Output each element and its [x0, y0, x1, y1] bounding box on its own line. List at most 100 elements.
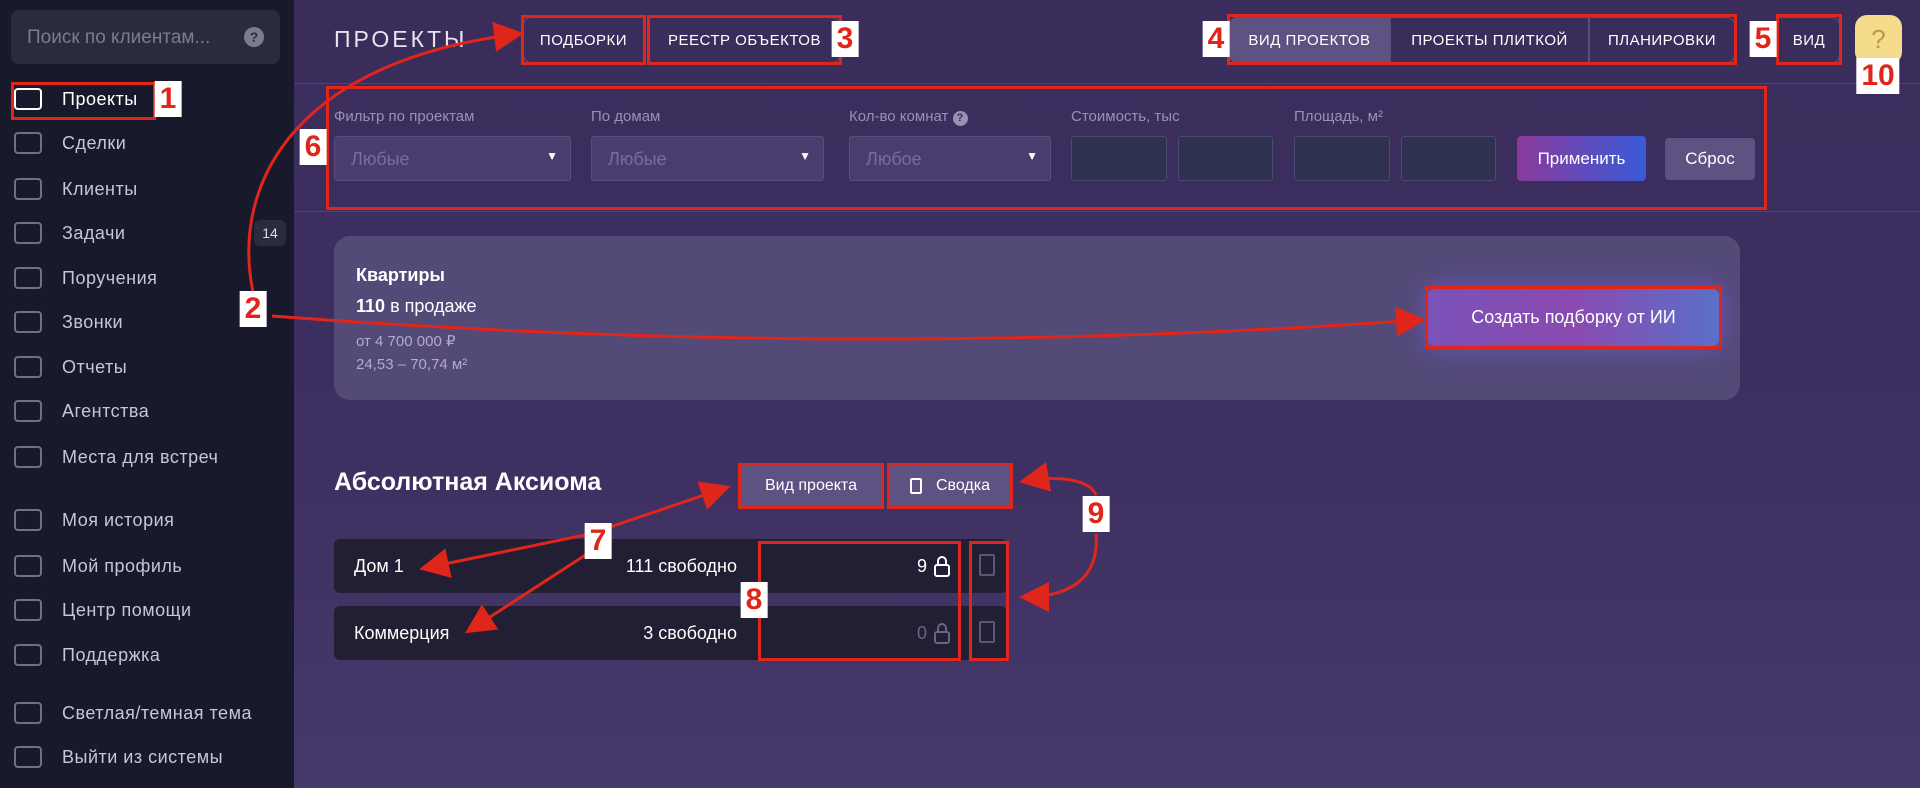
sidebar-item-label: Поручения: [62, 267, 158, 288]
profile-icon: [14, 555, 42, 577]
annotation-label: 6: [299, 129, 327, 165]
cost-to-input[interactable]: [1178, 136, 1273, 181]
select-value: Любые: [351, 149, 410, 169]
chevron-down-icon: ▼: [799, 149, 811, 163]
annotation-label: 9: [1082, 496, 1110, 532]
sidebar-item-label: Проекты: [62, 88, 138, 109]
sidebar: Поиск по клиентам...? Проекты Сделки Клиен…: [0, 0, 294, 788]
tab-object-registry[interactable]: РЕЕСТР ОБЪЕКТОВ: [649, 17, 840, 63]
info-icon[interactable]: ?: [952, 111, 968, 126]
sidebar-item-support[interactable]: Поддержка: [0, 637, 294, 673]
sidebar-item-agencies[interactable]: Агентства: [0, 393, 294, 429]
help-icon[interactable]: ?: [244, 27, 264, 47]
project-summary-button[interactable]: Сводка: [889, 465, 1011, 507]
tab-selections[interactable]: ПОДБОРКИ: [523, 17, 644, 63]
sidebar-item-label: Места для встреч: [62, 446, 219, 467]
help-center-icon: [14, 599, 42, 621]
project-view-button[interactable]: Вид проекта: [740, 465, 882, 507]
cost-from-input[interactable]: [1071, 136, 1167, 181]
rooms-label-text: Кол-во комнат: [849, 108, 949, 125]
project-filter-label: Фильтр по проектам: [334, 108, 475, 125]
summary-count: 110 в продаже: [356, 296, 477, 317]
history-icon: [14, 509, 42, 531]
logout-icon: [14, 746, 42, 768]
count-value: 110: [356, 296, 386, 316]
sidebar-item-label: Светлая/темная тема: [62, 702, 252, 723]
sidebar-item-label: Клиенты: [62, 178, 138, 199]
sidebar-item-theme[interactable]: Светлая/темная тема: [0, 695, 294, 731]
tab-layouts[interactable]: ПЛАНИРОВКИ: [1589, 17, 1735, 63]
select-value: Любое: [866, 149, 922, 169]
apply-button[interactable]: Применить: [1517, 136, 1646, 181]
cost-label: Стоимость, тыс: [1071, 108, 1180, 125]
sidebar-item-help-center[interactable]: Центр помощи: [0, 592, 294, 628]
chevron-down-icon: ▼: [546, 149, 558, 163]
help-button[interactable]: ?: [1855, 15, 1902, 64]
summary-label: Сводка: [935, 477, 990, 494]
tab-projects-tiles[interactable]: ПРОЕКТЫ ПЛИТКОЙ: [1390, 17, 1589, 63]
annotation-label: 10: [1856, 58, 1900, 94]
houses-filter-label: По домам: [591, 108, 661, 125]
rooms-filter-label: Кол-во комнат ?: [849, 108, 968, 126]
summary-title: Квартиры: [356, 265, 445, 285]
deals-icon: [14, 132, 42, 154]
client-search-input[interactable]: Поиск по клиентам...?: [11, 10, 280, 64]
document-chart-icon[interactable]: [979, 621, 995, 643]
sidebar-item-tasks[interactable]: Задачи 14: [0, 215, 294, 251]
sidebar-item-logout[interactable]: Выйти из системы: [0, 739, 294, 775]
sidebar-item-clients[interactable]: Клиенты: [0, 171, 294, 207]
apartments-summary-card: Квартиры 110 в продаже от 4 700 000 ₽ 24…: [334, 236, 1740, 400]
sidebar-item-projects[interactable]: Проекты: [0, 81, 294, 117]
support-icon: [14, 644, 42, 666]
search-placeholder: Поиск по клиентам...: [27, 27, 211, 48]
sidebar-item-reports[interactable]: Отчеты: [0, 349, 294, 385]
sidebar-item-meeting-places[interactable]: Места для встреч: [0, 439, 294, 475]
lock-icon: [934, 556, 950, 577]
meeting-places-icon: [14, 446, 42, 468]
house-name: Коммерция: [354, 623, 450, 643]
annotation-label: 1: [154, 81, 182, 117]
houses-filter-select[interactable]: Любые ▼: [591, 136, 824, 181]
area-to-input[interactable]: [1401, 136, 1496, 181]
divider: [294, 83, 1920, 84]
rooms-filter-select[interactable]: Любое ▼: [849, 136, 1051, 181]
calls-icon: [14, 311, 42, 333]
sidebar-item-label: Задачи: [62, 222, 126, 243]
sidebar-item-label: Выйти из системы: [62, 746, 224, 767]
view-button[interactable]: ВИД: [1778, 17, 1840, 63]
chevron-down-icon: ▼: [1026, 149, 1038, 163]
sidebar-item-deals[interactable]: Сделки: [0, 125, 294, 161]
create-ai-selection-button[interactable]: Создать подборку от ИИ: [1427, 288, 1720, 347]
reset-button[interactable]: Сброс: [1665, 138, 1755, 180]
lock-icon: [934, 623, 950, 644]
house-row[interactable]: Коммерция 3 свободно 0: [334, 606, 1007, 660]
project-filter-select[interactable]: Любые ▼: [334, 136, 571, 181]
sidebar-item-history[interactable]: Моя история: [0, 502, 294, 538]
assignments-icon: [14, 267, 42, 289]
sidebar-item-label: Поддержка: [62, 644, 161, 665]
tab-projects-view[interactable]: ВИД ПРОЕКТОВ: [1229, 17, 1390, 63]
area-label: Площадь, м²: [1294, 108, 1383, 125]
document-chart-icon[interactable]: [979, 554, 995, 576]
annotation-label: 7: [584, 523, 612, 559]
locked-count: 9: [917, 556, 928, 576]
reports-icon: [14, 356, 42, 378]
house-row[interactable]: Дом 1 111 свободно 9: [334, 539, 1007, 593]
summary-area: 24,53 – 70,74 м²: [356, 356, 468, 373]
theme-icon: [14, 702, 42, 724]
free-count: 3 свободно: [643, 623, 737, 643]
sidebar-item-label: Агентства: [62, 400, 150, 421]
area-from-input[interactable]: [1294, 136, 1390, 181]
sidebar-item-profile[interactable]: Мой профиль: [0, 548, 294, 584]
divider: [294, 211, 1920, 212]
annotation-label: 4: [1202, 21, 1230, 57]
sidebar-item-label: Сделки: [62, 132, 127, 153]
sidebar-item-label: Отчеты: [62, 356, 128, 377]
count-suffix: в продаже: [390, 296, 477, 316]
projects-icon: [14, 88, 42, 110]
free-count: 111 свободно: [625, 556, 737, 576]
clients-icon: [14, 178, 42, 200]
annotation-label: 3: [831, 21, 859, 57]
main-content: ПРОЕКТЫ ПОДБОРКИ РЕЕСТР ОБЪЕКТОВ ВИД ПРО…: [294, 0, 1920, 788]
tasks-count-badge: 14: [254, 220, 286, 246]
